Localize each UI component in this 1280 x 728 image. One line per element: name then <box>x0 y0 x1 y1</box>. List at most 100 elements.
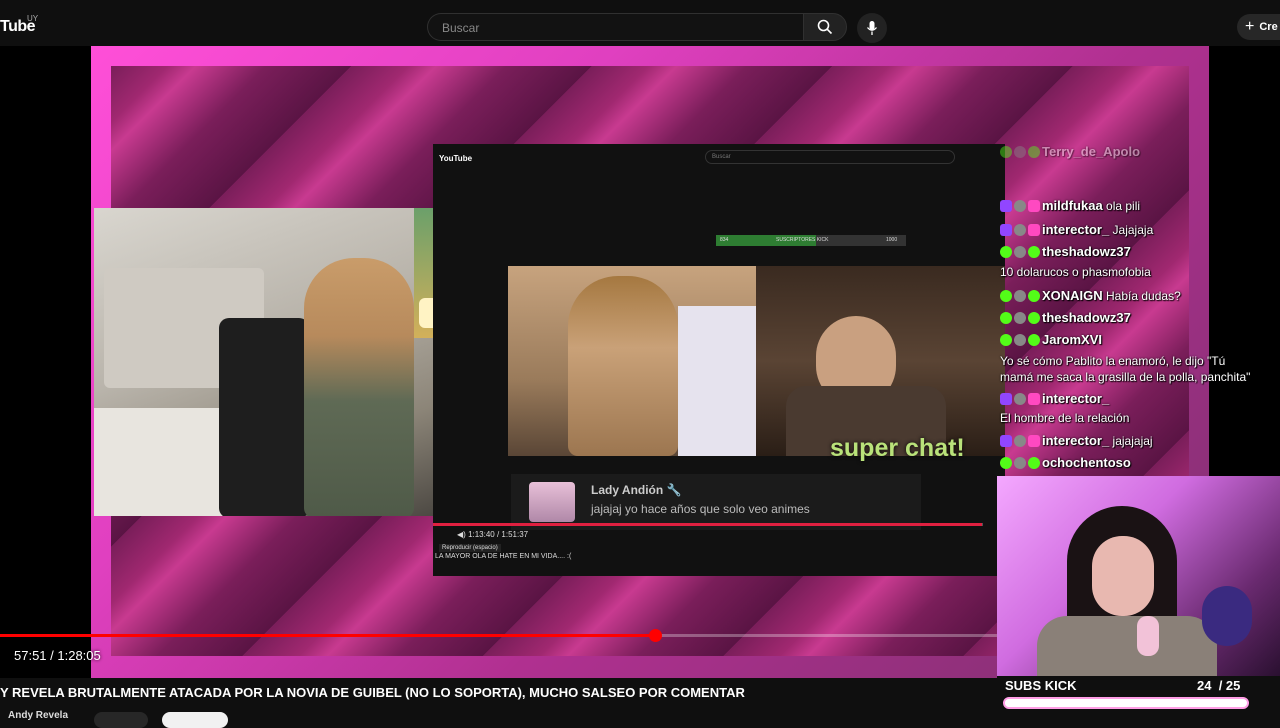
stream-chat-overlay: Terry_de_Apolo mildfukaa ola pili interec… <box>1000 144 1280 524</box>
chat-username: Terry_de_Apolo <box>1042 144 1141 159</box>
subs-kick-goal: / 25 <box>1218 678 1241 693</box>
embedded-subs-left: 834 <box>720 237 729 243</box>
subscribe-button[interactable] <box>162 712 228 728</box>
comment-avatar <box>529 482 575 522</box>
video-player[interactable]: YouTube Buscar 834 SUSCRIPTORES KICK 100… <box>0 46 1280 678</box>
chat-message: theshadowz37 <box>1000 244 1131 259</box>
chat-message: mamá me saca la grasilla de la polla, pa… <box>1000 370 1250 384</box>
chat-text: 10 dolarucos o phasmofobia <box>1000 265 1151 279</box>
chat-text: ola pili <box>1106 199 1141 213</box>
chat-message: JaromXVI <box>1000 332 1102 347</box>
sparkle-badge-icon <box>1028 290 1040 302</box>
embedded-time-text: 1:13:40 / 1:51:37 <box>468 530 529 539</box>
chat-message: Yo sé cómo Pablito la enamoró, le dijo "… <box>1000 354 1225 368</box>
search-box[interactable] <box>427 13 803 42</box>
chat-message: mildfukaa ola pili <box>1000 198 1140 213</box>
chat-text: Yo sé cómo Pablito la enamoró, le dijo "… <box>1000 354 1226 368</box>
chat-text: El hombre de la relación <box>1000 411 1130 425</box>
embedded-video-title: LA MAYOR OLA DE HATE EN MI VIDA.... :( <box>435 553 572 560</box>
progress-bar-played <box>0 634 656 637</box>
subs-kick-progress <box>1003 697 1249 709</box>
join-button[interactable] <box>94 712 148 728</box>
user-avatar-icon <box>1014 146 1026 158</box>
progress-scrubber[interactable] <box>649 629 663 642</box>
user-avatar-icon <box>1014 334 1026 346</box>
chat-username: theshadowz37 <box>1042 244 1131 259</box>
chat-username: mildfukaa <box>1042 198 1103 213</box>
kick-badge-icon <box>1000 457 1012 469</box>
embedded-youtube-logo: YouTube <box>439 154 473 163</box>
chat-username: interector_ <box>1042 391 1110 406</box>
chat-message: El hombre de la relación <box>1000 411 1129 425</box>
chat-username: interector_ <box>1042 222 1110 237</box>
voice-search-button[interactable] <box>857 13 887 43</box>
chat-text: mamá me saca la grasilla de la polla, pa… <box>1000 370 1251 384</box>
user-avatar-icon <box>1014 200 1026 212</box>
chat-username: XONAIGN <box>1042 288 1103 303</box>
superchat-overlay: super chat! <box>830 434 965 462</box>
sparkle-badge-icon <box>1028 246 1040 258</box>
chat-message: ochochentoso <box>1000 455 1131 470</box>
comment-username: Lady Andión 🔧 <box>591 483 682 497</box>
chat-username: interector_ <box>1042 433 1110 448</box>
create-button[interactable]: + Cre <box>1237 14 1280 40</box>
search-input[interactable] <box>440 14 794 42</box>
embedded-search-input: Buscar <box>705 150 955 164</box>
kick-badge-icon <box>1000 246 1012 258</box>
top-bar: Tube UY + Cre <box>0 0 1280 52</box>
video-title: Y REVELA BRUTALMENTE ATACADA POR LA NOVI… <box>0 685 745 700</box>
chat-message: 10 dolarucos o phasmofobia <box>1000 265 1151 279</box>
chat-username: theshadowz37 <box>1042 310 1131 325</box>
embedded-volume-icon: ◀) <box>457 530 466 539</box>
heart-badge-icon <box>1028 200 1040 212</box>
comment-username-text: Lady Andión <box>591 483 664 497</box>
chat-username: JaromXVI <box>1042 332 1102 347</box>
chat-message: interector_ jajajajaj <box>1000 433 1153 448</box>
embedded-guest-webcam <box>508 266 756 456</box>
heart-badge-icon <box>1028 224 1040 236</box>
chat-message: theshadowz37 <box>1000 310 1131 325</box>
user-avatar-icon <box>1014 312 1026 324</box>
embedded-subs-label: SUSCRIPTORES KICK <box>776 237 829 243</box>
chat-username: ochochentoso <box>1042 455 1131 470</box>
heart-badge-icon <box>1028 435 1040 447</box>
user-avatar-icon <box>1014 246 1026 258</box>
sparkle-badge-icon <box>1028 457 1040 469</box>
region-code: UY <box>27 14 39 23</box>
chat-message: interector_ <box>1000 391 1109 406</box>
embedded-time-display: ◀) 1:13:40 / 1:51:37 <box>457 530 528 539</box>
create-label: Cre <box>1259 21 1278 33</box>
kick-badge-icon <box>1000 290 1012 302</box>
embedded-youtube-window: YouTube Buscar 834 SUSCRIPTORES KICK 100… <box>433 144 1005 576</box>
embedded-play-tooltip: Reproducir (espacio) <box>439 544 501 552</box>
subs-kick-label: SUBS KICK <box>1005 678 1077 693</box>
subs-kick-widget: SUBS KICK 24 / 25 <box>997 676 1280 720</box>
plus-icon: + <box>1245 18 1255 35</box>
twitch-badge-icon <box>1000 224 1012 236</box>
kick-badge-icon <box>1000 146 1012 158</box>
user-avatar-icon <box>1014 224 1026 236</box>
user-avatar-icon <box>1014 457 1026 469</box>
user-avatar-icon <box>1014 393 1026 405</box>
embedded-progress-fill <box>433 523 982 526</box>
microphone-icon <box>866 21 878 35</box>
twitch-badge-icon <box>1000 200 1012 212</box>
chat-text: Jajajaja <box>1112 223 1154 237</box>
embedded-progress-bar <box>433 523 983 526</box>
host-webcam <box>997 476 1280 676</box>
subs-kick-current: 24 <box>1197 678 1212 693</box>
heart-badge-icon <box>1028 393 1040 405</box>
user-avatar-icon <box>1014 435 1026 447</box>
time-display: 57:51 / 1:28:05 <box>14 648 101 663</box>
user-avatar-icon <box>1014 290 1026 302</box>
embedded-subs-right: 1000 <box>886 237 898 243</box>
channel-name[interactable]: Andy Revela <box>8 710 68 721</box>
search-button[interactable] <box>803 13 847 41</box>
subs-kick-count: 24 / 25 <box>1197 678 1240 693</box>
chat-message: interector_ Jajajaja <box>1000 222 1153 237</box>
sparkle-badge-icon <box>1028 146 1040 158</box>
twitch-badge-icon <box>1000 435 1012 447</box>
chat-text: jajajajaj <box>1112 434 1153 448</box>
embedded-subs-bar: 834 SUSCRIPTORES KICK 1000 <box>716 235 906 246</box>
chat-message: XONAIGN Había dudas? <box>1000 288 1181 303</box>
